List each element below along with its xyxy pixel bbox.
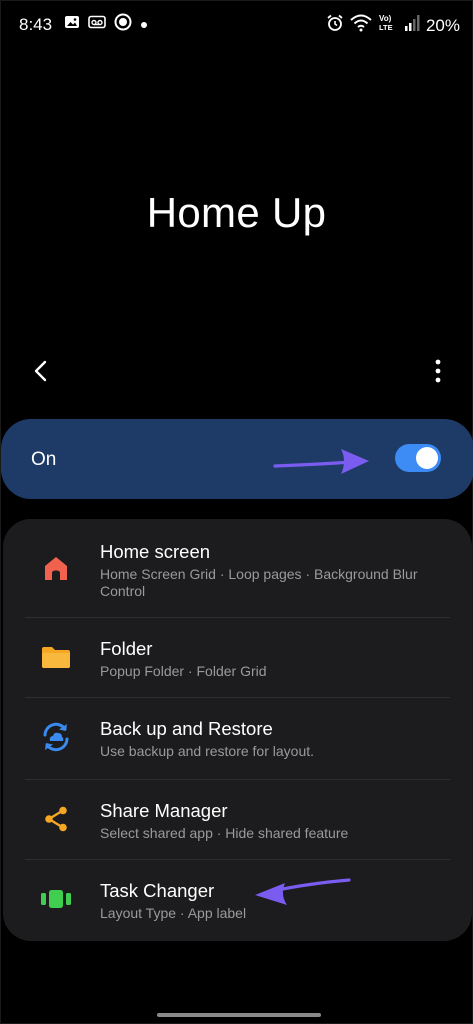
home-indicator[interactable]: [157, 1013, 321, 1017]
item-subtitle: Popup Folder · Folder Grid: [100, 663, 267, 679]
status-time: 8:43: [19, 14, 53, 34]
volte-icon: Vo) LTE: [378, 13, 398, 38]
master-toggle-switch[interactable]: [395, 444, 441, 472]
cloud-sync-icon: [43, 722, 69, 752]
chevron-left-icon: [34, 360, 47, 382]
master-toggle-card[interactable]: On: [1, 419, 473, 499]
status-right: Vo) LTE 20%: [326, 13, 460, 38]
record-icon: [114, 13, 132, 36]
volte-text-bottom: LTE: [379, 23, 393, 32]
battery-percent: 20%: [425, 15, 460, 35]
folder-icon: [42, 647, 70, 668]
arrow-annotation-icon: [255, 878, 351, 905]
item-title: Task Changer: [100, 880, 215, 901]
share-icon: [45, 806, 67, 832]
house-icon: [45, 557, 67, 580]
status-left: 8:43: [19, 13, 148, 36]
dot-icon: [140, 16, 148, 34]
item-subtitle: Home Screen Grid · Loop pages · Backgrou…: [100, 566, 418, 599]
back-button[interactable]: [29, 355, 57, 387]
list-item-backup-restore[interactable]: Back up and Restore Use backup and resto…: [3, 697, 472, 779]
settings-list: Home screen Home Screen Grid · Loop page…: [3, 519, 472, 941]
item-title: Back up and Restore: [100, 718, 273, 739]
toggle-knob: [416, 447, 438, 469]
list-item-home-screen[interactable]: Home screen Home Screen Grid · Loop page…: [3, 519, 472, 617]
list-item-task-changer[interactable]: Task Changer Layout Type · App label: [3, 859, 472, 941]
item-subtitle: Select shared app · Hide shared feature: [100, 825, 349, 841]
more-vertical-icon: [435, 359, 441, 383]
signal-icon: [404, 14, 420, 37]
status-bar: 8:43 Vo) LTE 20%: [1, 1, 472, 45]
item-title: Share Manager: [100, 800, 228, 821]
item-title: Home screen: [100, 541, 211, 562]
screen: 8:43 Vo) LTE 20% Home Up On Home screen …: [0, 0, 473, 1024]
item-title: Folder: [100, 638, 153, 659]
voicemail-icon: [88, 14, 106, 35]
wifi-icon: [350, 14, 372, 37]
master-toggle-label: On: [31, 449, 57, 470]
item-subtitle: Layout Type · App label: [100, 905, 247, 921]
list-item-folder[interactable]: Folder Popup Folder · Folder Grid: [3, 617, 472, 697]
arrow-annotation-icon: [273, 449, 369, 474]
page-title: Home Up: [146, 189, 327, 236]
more-options-button[interactable]: [430, 357, 446, 385]
volte-text-top: Vo): [379, 14, 392, 23]
task-changer-icon: [41, 890, 71, 908]
item-subtitle: Use backup and restore for layout.: [100, 743, 315, 759]
alarm-icon: [326, 14, 344, 37]
image-icon: [64, 14, 80, 35]
list-item-share-manager[interactable]: Share Manager Select shared app · Hide s…: [3, 779, 472, 859]
